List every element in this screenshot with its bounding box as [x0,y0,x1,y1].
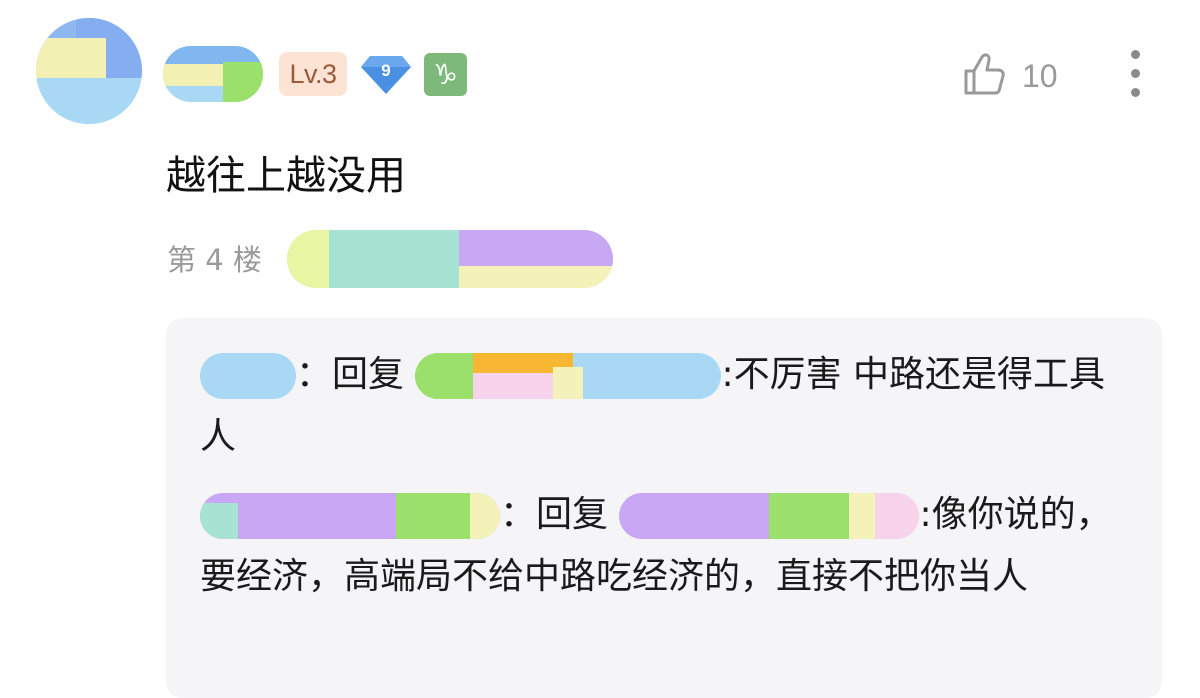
avatar[interactable] [36,18,142,124]
reply-item[interactable]: ：回复 :不厉害 中路还是得工具人 [200,344,1130,468]
floor-label: 第 4 楼 [167,243,262,277]
reply-separator: ： [500,494,537,535]
reply-author-redacted[interactable] [200,493,500,539]
reply-word: 回复 [332,354,416,395]
level-badge: Lv.3 [279,52,347,96]
reply-target-redacted[interactable] [415,353,722,399]
floor-timestamp-redacted [287,230,613,288]
username-redacted[interactable] [163,46,263,102]
reply-item[interactable]: ：回复 :像你说的，要经济，高端局不给中路吃经济的，直接不把你当人 [200,484,1130,608]
reply-author-redacted[interactable] [200,353,296,399]
like-button[interactable]: 10 [960,50,1070,100]
reply-target-redacted[interactable] [619,493,920,539]
thumbs-up-icon[interactable] [960,50,1010,100]
diamond-badge-number: 9 [381,61,391,80]
diamond-icon: 9 [360,52,412,96]
like-count: 10 [1022,58,1058,94]
capricorn-icon: ♑ [424,53,467,96]
reply-word: 回复 [536,494,620,535]
reply-separator: ： [296,354,333,395]
comment-text: 越往上越没用 [166,153,406,199]
more-vertical-icon[interactable] [1123,48,1149,98]
